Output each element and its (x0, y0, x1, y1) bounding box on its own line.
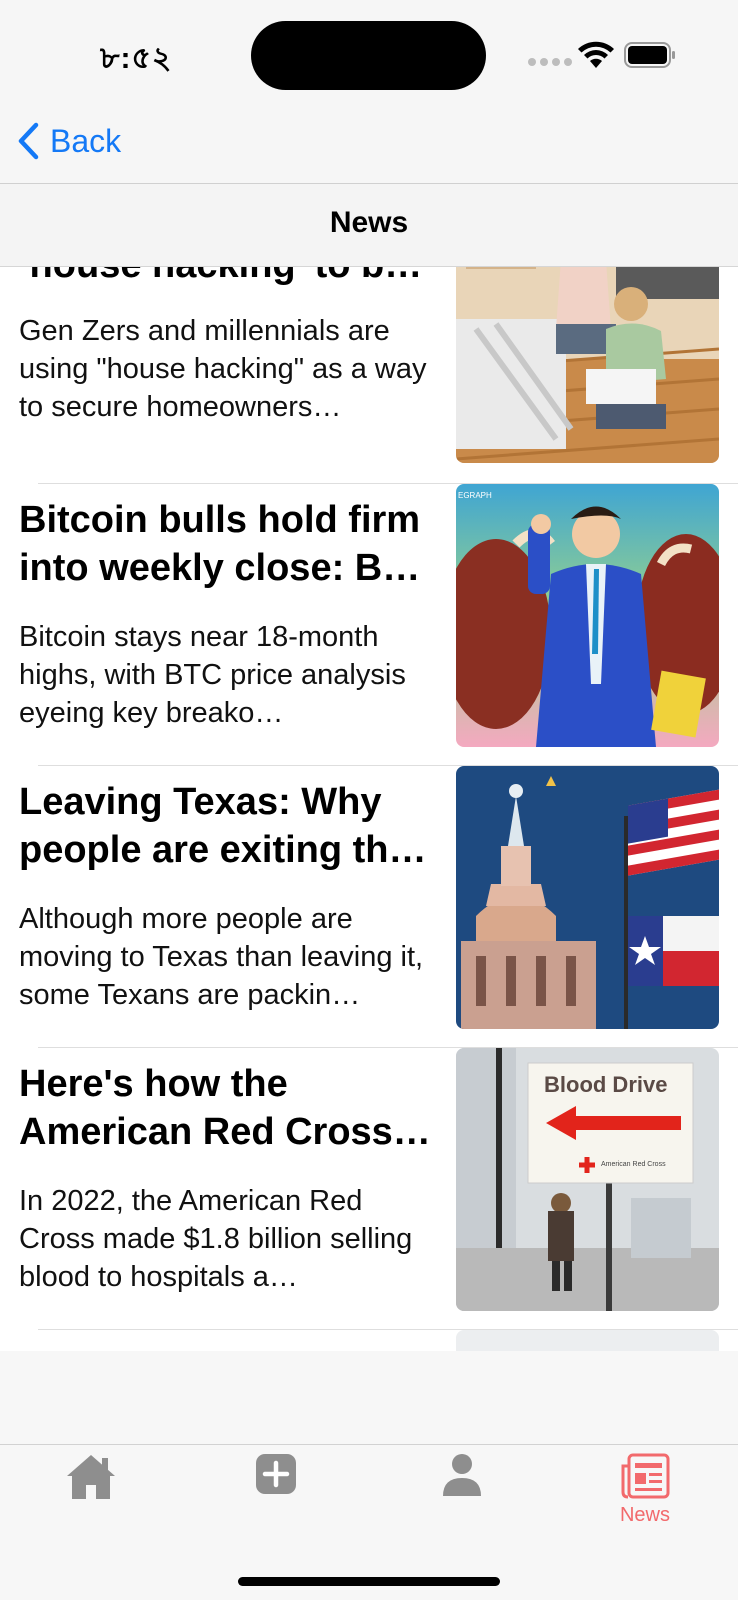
status-bar: ৮:৫২ (0, 0, 738, 108)
tab-bar: News (0, 1351, 738, 1600)
wifi-icon (578, 41, 614, 68)
article-thumbnail (456, 1330, 719, 1351)
article-thumbnail (456, 267, 719, 463)
battery-icon (624, 42, 675, 68)
svg-text:American Red Cross: American Red Cross (601, 1161, 666, 1168)
tab-profile[interactable] (402, 1452, 522, 1542)
article-headline: Leaving Texas: Why people are exiting th… (19, 781, 427, 871)
article-summary: Gen Zers and millennials are using "hous… (19, 315, 427, 423)
article-thumbnail (456, 766, 719, 1029)
newspaper-icon (621, 1453, 670, 1499)
tab-bar-divider (0, 1444, 738, 1445)
svg-text:EGRAPH: EGRAPH (458, 491, 492, 500)
article-headline: ‘house hacking’ to b… (19, 267, 439, 289)
title-bar: News (0, 184, 738, 267)
back-button[interactable]: Back (16, 122, 121, 160)
article-thumbnail: EGRAPH (456, 484, 719, 747)
chevron-left-icon (18, 122, 39, 160)
tab-home[interactable] (31, 1452, 151, 1542)
tab-news-label: News (619, 1504, 670, 1526)
cellular-signal-icon (528, 58, 572, 66)
person-icon (443, 1454, 481, 1496)
article-summary: In 2022, the American Red Cross made $1.… (19, 1185, 413, 1293)
navigation-bar: Back (0, 108, 738, 184)
dynamic-island (251, 21, 486, 90)
status-time: ৮:৫২ (100, 42, 173, 75)
article-headline: Here's how the American Red Cross… (19, 1063, 431, 1153)
news-article[interactable] (0, 1330, 738, 1351)
tab-news[interactable]: News (585, 1452, 705, 1542)
news-article[interactable]: Here's how the American Red Cross… In 20… (0, 1048, 738, 1330)
plus-square-icon (256, 1454, 296, 1494)
home-indicator (238, 1577, 500, 1586)
article-summary: Although more people are moving to Texas… (19, 903, 424, 1011)
house-icon (67, 1455, 115, 1499)
tab-add[interactable] (216, 1452, 336, 1542)
article-thumbnail: Blood Drive American Red Cross (456, 1048, 719, 1311)
news-feed[interactable]: ‘house hacking’ to b… Gen Zers and mille… (0, 267, 738, 1351)
page-title: News (329, 206, 409, 239)
news-article[interactable]: Leaving Texas: Why people are exiting th… (0, 766, 738, 1048)
news-article[interactable]: Bitcoin bulls hold firm into weekly clos… (0, 484, 738, 766)
article-headline: Bitcoin bulls hold firm into weekly clos… (19, 499, 421, 589)
news-article[interactable]: ‘house hacking’ to b… Gen Zers and mille… (0, 267, 738, 484)
svg-text:Blood Drive: Blood Drive (544, 1072, 667, 1097)
back-label: Back (50, 122, 122, 159)
article-summary: Bitcoin stays near 18-month highs, with … (19, 621, 406, 729)
